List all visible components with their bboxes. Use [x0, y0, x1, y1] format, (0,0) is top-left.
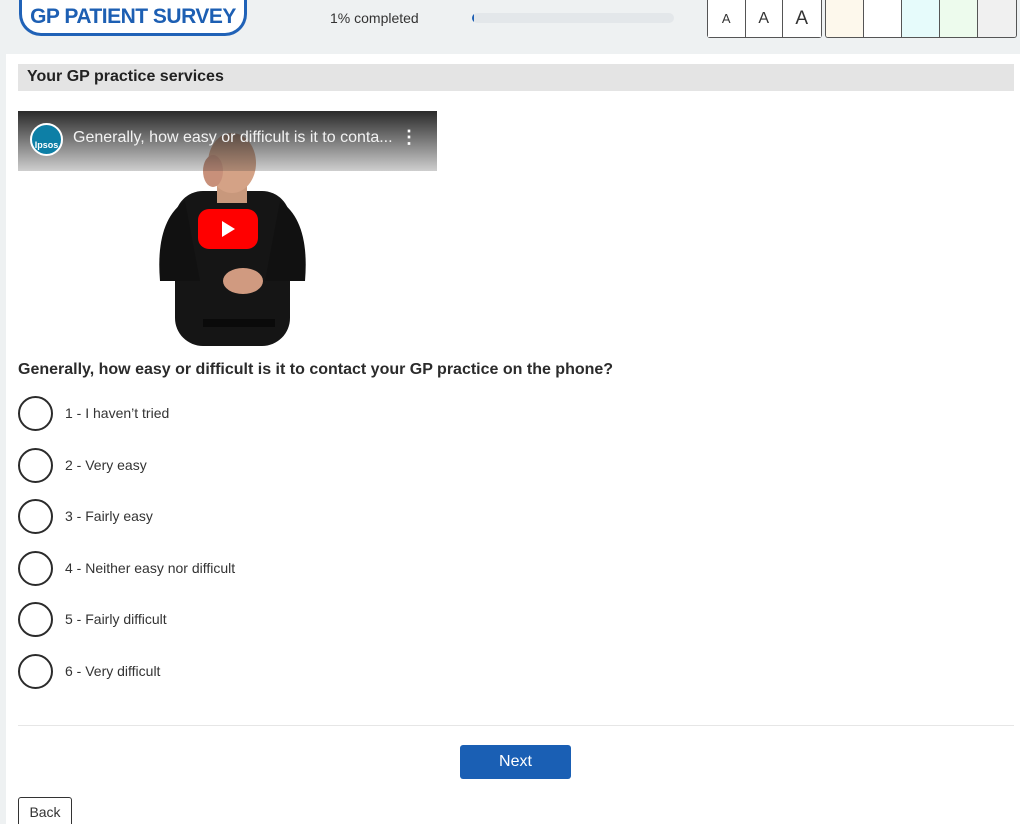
colour-scheme-cream-button[interactable] — [826, 0, 864, 37]
radio-button[interactable] — [18, 601, 53, 637]
play-icon — [222, 221, 235, 237]
progress-bar-fill — [472, 13, 475, 23]
radio-button[interactable] — [18, 498, 53, 534]
answer-option[interactable]: 3 - Fairly easy — [18, 498, 153, 534]
text-size-medium-button[interactable]: A — [745, 0, 783, 37]
colour-scheme-grey-button[interactable] — [978, 0, 1016, 37]
answer-option[interactable]: 1 - I haven’t tried — [18, 395, 169, 431]
radio-button[interactable] — [18, 395, 53, 431]
text-size-controls: A A A — [707, 0, 822, 38]
answer-option-label[interactable]: 4 - Neither easy nor difficult — [65, 560, 235, 576]
colour-scheme-white-button[interactable] — [864, 0, 902, 37]
answer-option-label[interactable]: 6 - Very difficult — [65, 663, 160, 679]
answer-option-label[interactable]: 2 - Very easy — [65, 457, 147, 473]
colour-scheme-blue-button[interactable] — [902, 0, 940, 37]
radio-button[interactable] — [18, 550, 53, 586]
back-button[interactable]: Back — [18, 797, 72, 824]
text-size-small-button[interactable]: A — [708, 0, 746, 37]
radio-button[interactable] — [18, 653, 53, 689]
radio-button[interactable] — [18, 447, 53, 483]
section-title: Your GP practice services — [18, 64, 1014, 91]
answer-option-label[interactable]: 1 - I haven’t tried — [65, 405, 169, 421]
top-bar: GP PATIENT SURVEY 1% completed A A A — [0, 0, 1020, 54]
progress-bar — [472, 13, 674, 23]
answer-option-label[interactable]: 5 - Fairly difficult — [65, 611, 167, 627]
survey-logo: GP PATIENT SURVEY — [19, 0, 247, 36]
answer-option[interactable]: 5 - Fairly difficult — [18, 601, 167, 637]
question-text: Generally, how easy or difficult is it t… — [18, 361, 614, 378]
progress-label: 1% completed — [330, 10, 419, 26]
text-size-large-button[interactable]: A — [783, 0, 821, 37]
answer-option-label[interactable]: 3 - Fairly easy — [65, 508, 153, 524]
answer-option[interactable]: 4 - Neither easy nor difficult — [18, 550, 235, 586]
colour-scheme-green-button[interactable] — [940, 0, 978, 37]
bsl-video-player[interactable]: Ipsos Generally, how easy or difficult i… — [18, 111, 437, 346]
answer-option[interactable]: 2 - Very easy — [18, 447, 147, 483]
play-button[interactable] — [198, 209, 258, 249]
survey-page: Your GP practice services Ipsos Generall… — [6, 54, 1020, 824]
next-button[interactable]: Next — [460, 745, 571, 779]
channel-avatar[interactable]: Ipsos — [30, 123, 63, 156]
video-title[interactable]: Generally, how easy or difficult is it t… — [73, 129, 393, 147]
divider — [18, 725, 1014, 726]
more-options-icon[interactable]: ⋮ — [400, 128, 418, 146]
answer-option[interactable]: 6 - Very difficult — [18, 653, 160, 689]
colour-scheme-controls — [825, 0, 1017, 38]
